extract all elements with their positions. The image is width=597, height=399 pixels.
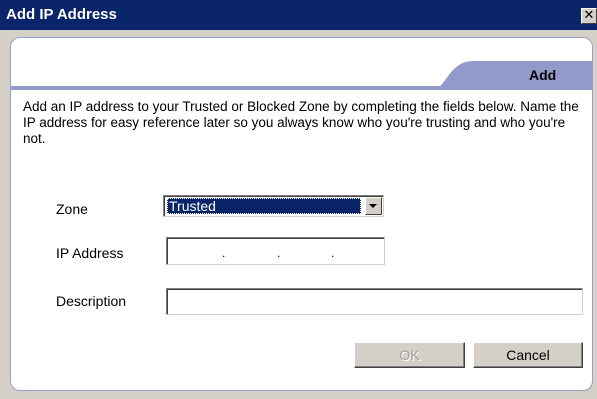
ok-button[interactable]: OK — [354, 342, 465, 368]
tab-add-label[interactable]: Add — [529, 67, 556, 83]
zone-selected-value[interactable]: Trusted — [167, 198, 361, 214]
add-ip-address-dialog: Add IP Address ✕ Add Add an IP address t… — [0, 0, 597, 399]
close-icon[interactable]: ✕ — [584, 8, 595, 23]
ip-octet-separator: . — [331, 246, 335, 260]
zone-label: Zone — [56, 201, 88, 217]
ip-octet-separator: . — [222, 246, 226, 260]
close-button[interactable]: ✕ — [581, 8, 597, 24]
description-field[interactable] — [166, 288, 583, 315]
tab-add[interactable] — [433, 61, 593, 90]
title-bar[interactable]: Add IP Address ✕ — [0, 0, 597, 30]
intro-text: Add an IP address to your Trusted or Blo… — [23, 99, 579, 146]
zone-select[interactable]: Trusted — [163, 195, 384, 217]
content-panel: Add Add an IP address to your Trusted or… — [10, 37, 593, 391]
ip-address-field[interactable]: . . . — [166, 237, 385, 265]
dialog-title: Add IP Address — [6, 6, 117, 23]
chevron-down-icon[interactable] — [365, 197, 382, 215]
cancel-button[interactable]: Cancel — [473, 342, 583, 368]
ip-address-label: IP Address — [56, 245, 124, 261]
ip-octet-separator: . — [277, 246, 281, 260]
description-label: Description — [56, 293, 127, 309]
